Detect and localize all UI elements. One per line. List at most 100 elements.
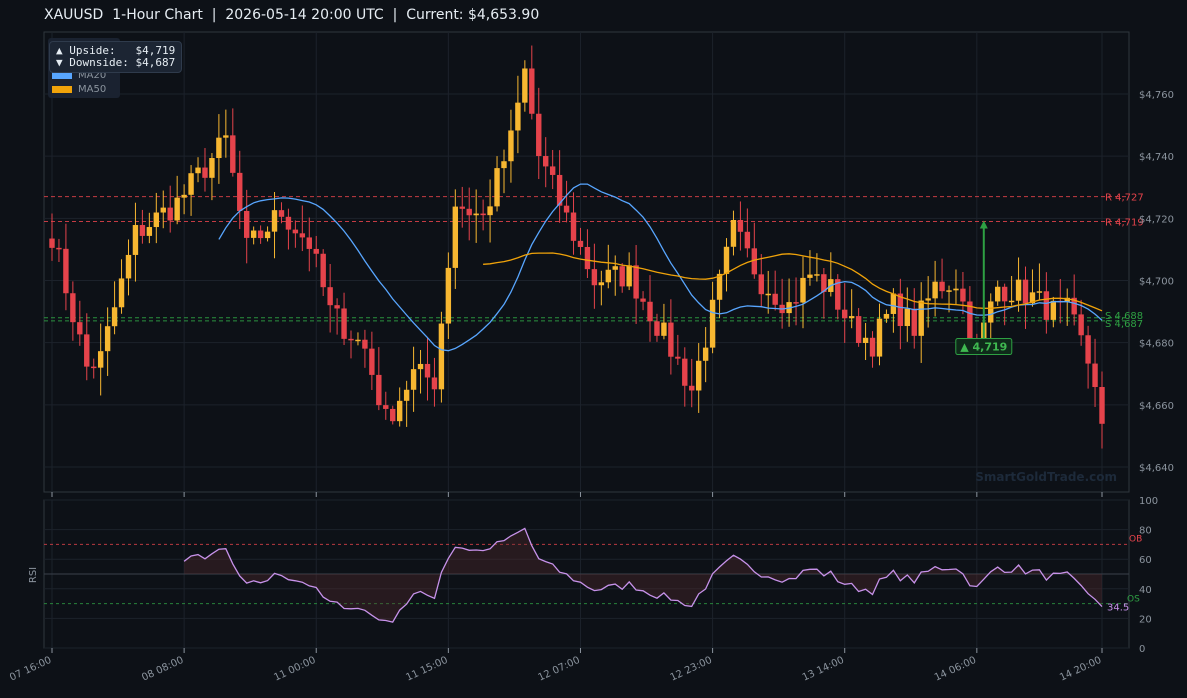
candle-body <box>369 348 375 375</box>
candle-body <box>417 363 424 370</box>
candle-body <box>403 389 410 401</box>
candle-body <box>508 130 514 162</box>
candle-body <box>431 377 438 390</box>
candle-body <box>174 197 180 221</box>
candle-body <box>132 225 139 255</box>
candle-body <box>466 208 472 216</box>
candle-body <box>1015 279 1022 301</box>
legend-label-ma50: MA50 <box>78 84 107 95</box>
candle-body <box>758 274 764 295</box>
candle-body <box>77 322 83 335</box>
candle-body <box>438 323 445 390</box>
candle-body <box>939 281 945 292</box>
candle-body <box>125 254 132 279</box>
candle-body <box>536 113 542 157</box>
x-tick-label: 07 16:00 <box>8 655 53 684</box>
x-tick-label: 12 07:00 <box>537 655 582 684</box>
candle-body <box>918 300 924 336</box>
rsi-tick-label: 0 <box>1139 644 1145 655</box>
candle-body <box>473 213 479 216</box>
price-tick-label: $4,760 <box>1139 90 1174 101</box>
candle-body <box>869 337 876 357</box>
resistance-label: R 4,727 <box>1105 193 1144 204</box>
candle-body <box>97 351 104 368</box>
rsi-axis-label: RSI <box>28 567 39 583</box>
candle-body <box>1050 300 1057 320</box>
candle-body <box>744 231 751 249</box>
candle-body <box>814 274 820 276</box>
candle-body <box>341 308 347 339</box>
candle-body <box>876 318 883 357</box>
candle-body <box>716 273 723 300</box>
candle-body <box>1022 279 1029 304</box>
candle-body <box>960 288 966 302</box>
x-tick-label: 14 06:00 <box>933 655 978 684</box>
candle-body <box>383 405 389 409</box>
downside-text: ▼ Downside: $4,687 <box>56 56 176 69</box>
candle-body <box>181 194 187 198</box>
candle-body <box>633 265 639 299</box>
candle-body <box>897 293 904 327</box>
candle-body <box>619 266 625 287</box>
candle-body <box>695 360 702 391</box>
candle-body <box>855 316 862 343</box>
candle-body <box>1085 335 1091 364</box>
candle-body <box>334 305 340 309</box>
candle-body <box>529 68 535 114</box>
candle-body <box>56 247 62 250</box>
candle-body <box>807 274 813 278</box>
candle-body <box>800 277 806 303</box>
candle-body <box>709 299 716 348</box>
x-tick-label: 08 08:00 <box>140 655 185 684</box>
candle-body <box>522 68 528 103</box>
candle-body <box>612 266 618 270</box>
candle-body <box>772 293 778 305</box>
candle-body <box>682 358 688 386</box>
x-tick-label: 12 23:00 <box>669 655 714 684</box>
rsi-tick-label: 80 <box>1139 526 1152 537</box>
candle-body <box>1001 286 1008 302</box>
candle-body <box>396 400 403 422</box>
candle-body <box>1043 291 1050 320</box>
candle-body <box>104 326 111 352</box>
candle-body <box>167 207 173 221</box>
candle-body <box>640 298 646 302</box>
candle-body <box>1078 314 1084 336</box>
candle-body <box>320 253 326 288</box>
candle-body <box>668 322 674 357</box>
watermark: SmartGoldTrade.com <box>975 470 1117 484</box>
candle-body <box>1099 387 1105 424</box>
x-tick-label: 11 15:00 <box>404 655 449 684</box>
candle-body <box>230 135 236 173</box>
candle-body <box>793 302 799 304</box>
target-label: ▲ 4,719 <box>960 341 1007 354</box>
candle-body <box>723 246 730 274</box>
price-tick-label: $4,720 <box>1139 214 1174 225</box>
candle-body <box>195 167 201 174</box>
candle-body <box>91 366 97 369</box>
candle-body <box>883 313 890 319</box>
candle-body <box>376 374 382 406</box>
candle-body <box>299 233 306 238</box>
support-label: S 4,687 <box>1105 319 1143 330</box>
candle-body <box>661 322 667 336</box>
candle-body <box>118 278 125 308</box>
candle-body <box>1092 363 1098 388</box>
candle-body <box>563 205 570 213</box>
price-tick-label: $4,640 <box>1139 463 1174 474</box>
candle-body <box>689 385 695 391</box>
rsi-tick-label: 60 <box>1139 555 1152 566</box>
candle-body <box>410 369 417 390</box>
candle-body <box>306 237 312 249</box>
candle-body <box>264 231 271 239</box>
candle-body <box>647 301 653 322</box>
candle-body <box>223 135 229 138</box>
price-tick-label: $4,660 <box>1139 401 1174 412</box>
candle-body <box>257 230 264 239</box>
candle-body <box>862 337 869 343</box>
candle-body <box>577 240 584 247</box>
candle-body <box>675 356 681 359</box>
candle-body <box>925 298 931 301</box>
ma50-swatch <box>52 85 72 93</box>
candle-body <box>153 212 160 228</box>
